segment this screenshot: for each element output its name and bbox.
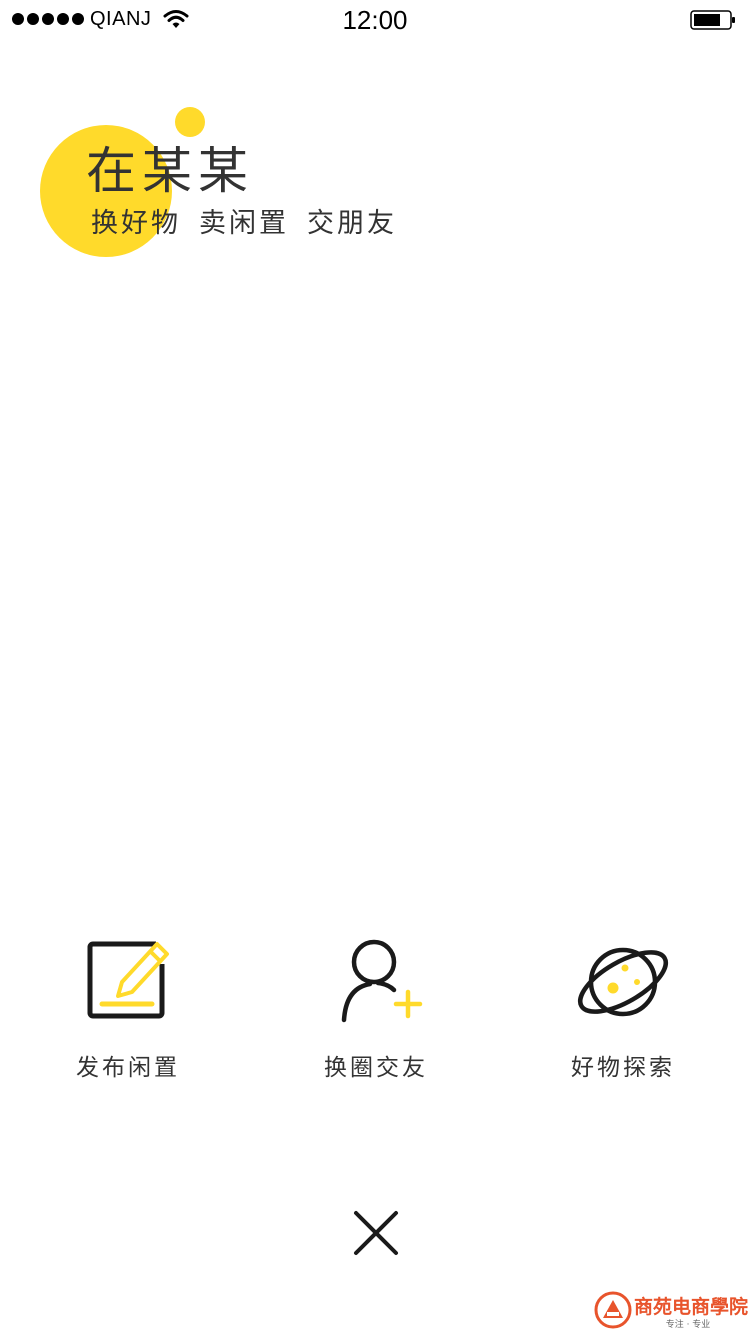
- planet-icon: [577, 947, 669, 1017]
- action-grid: 发布闲置 换圈交友 好物探索: [0, 930, 750, 1100]
- add-user-icon: [341, 939, 423, 1023]
- publish-idle-label: 发布闲置: [76, 1055, 180, 1081]
- watermark-title: 商苑电商學院: [634, 1296, 749, 1318]
- publish-idle-button[interactable]: 发布闲置: [0, 930, 256, 1100]
- make-friends-label: 换圈交友: [324, 1055, 428, 1081]
- make-friends-button[interactable]: 换圈交友: [256, 930, 496, 1100]
- edit-square-icon: [87, 934, 178, 1019]
- brand-logo-dot: [175, 107, 205, 137]
- slogan-item: 交朋友: [307, 208, 397, 239]
- brand-title: 在某某: [86, 142, 254, 200]
- brand-slogan: 换好物 卖闲置 交朋友: [91, 210, 397, 237]
- slogan-item: 卖闲置: [199, 208, 289, 239]
- brand-header: 在某某 换好物 卖闲置 交朋友: [0, 0, 750, 300]
- explore-goods-label: 好物探索: [571, 1055, 675, 1081]
- explore-goods-button[interactable]: 好物探索: [496, 930, 750, 1100]
- slogan-item: 换好物: [91, 208, 181, 239]
- watermark: 商苑电商學院 专注 · 专业: [594, 1288, 750, 1334]
- watermark-logo-icon: [594, 1291, 632, 1329]
- watermark-subtitle: 专注 · 专业: [665, 1320, 711, 1330]
- close-icon[interactable]: [348, 1205, 404, 1261]
